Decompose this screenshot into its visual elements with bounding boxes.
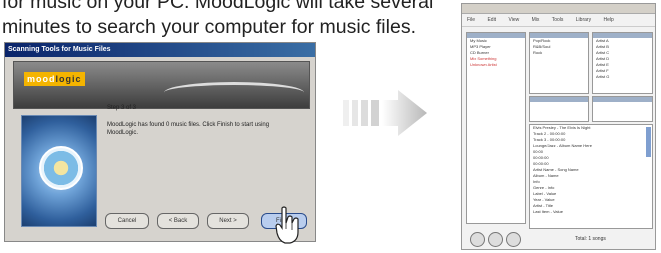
hand-cursor-icon bbox=[275, 206, 299, 244]
cancel-button[interactable]: Cancel bbox=[105, 213, 149, 229]
back-control-icon[interactable] bbox=[470, 232, 485, 247]
caption-line-1: for music on your PC. MoodLogic will tak… bbox=[2, 0, 434, 13]
scrollbar[interactable] bbox=[646, 127, 651, 157]
track-row[interactable]: Last Item - Value bbox=[530, 209, 652, 215]
cd-disc-icon bbox=[39, 146, 83, 190]
app-menu-bar: File Edit View Mix Tools Library Help bbox=[462, 14, 655, 27]
genre-item[interactable]: Rock bbox=[530, 50, 588, 56]
dialog-message: MoodLogic has found 0 music files. Click… bbox=[107, 122, 270, 136]
play-control-icon[interactable] bbox=[488, 232, 503, 247]
source-pane: My Music MP3 Player CD Burner Mix Someth… bbox=[466, 32, 526, 224]
menu-mix[interactable]: Mix bbox=[532, 17, 540, 23]
step-label: Step 3 of 3 bbox=[107, 105, 137, 111]
filter-box-2 bbox=[592, 96, 653, 122]
menu-tools[interactable]: Tools bbox=[552, 17, 564, 23]
menu-library[interactable]: Library bbox=[576, 17, 591, 23]
forward-control-icon[interactable] bbox=[506, 232, 521, 247]
source-item[interactable]: Unknown Artist bbox=[467, 62, 525, 68]
genre-list: Pop/Rock R&B/Soul Rock bbox=[529, 32, 589, 94]
dialog-artwork bbox=[21, 115, 97, 227]
menu-help[interactable]: Help bbox=[603, 17, 613, 23]
artist-item[interactable]: Artist G bbox=[593, 74, 652, 80]
app-title-bar bbox=[462, 4, 655, 14]
dialog-banner: moodlogic bbox=[13, 61, 310, 109]
back-button[interactable]: < Back bbox=[157, 213, 199, 229]
filter-box-1 bbox=[529, 96, 589, 122]
banner-swoosh bbox=[164, 82, 304, 103]
next-button[interactable]: Next > bbox=[207, 213, 249, 229]
menu-view[interactable]: View bbox=[508, 17, 519, 23]
arrow-right-icon bbox=[343, 90, 427, 136]
moodlogic-logo: moodlogic bbox=[24, 72, 85, 86]
dialog-title: Scanning Tools for Music Files bbox=[5, 43, 315, 57]
menu-file[interactable]: File bbox=[467, 17, 475, 23]
menu-edit[interactable]: Edit bbox=[487, 17, 496, 23]
caption-line-2: minutes to search your computer for musi… bbox=[2, 16, 416, 38]
moodlogic-app-window: File Edit View Mix Tools Library Help My… bbox=[461, 3, 656, 250]
scanning-dialog: Scanning Tools for Music Files moodlogic… bbox=[4, 42, 316, 242]
status-text: Total: 1 songs bbox=[575, 236, 606, 242]
artist-list: Artist A Artist B Artist C Artist D Arti… bbox=[592, 32, 653, 94]
track-list: Elvis Presley - The Elvis Is Night Track… bbox=[529, 124, 653, 229]
